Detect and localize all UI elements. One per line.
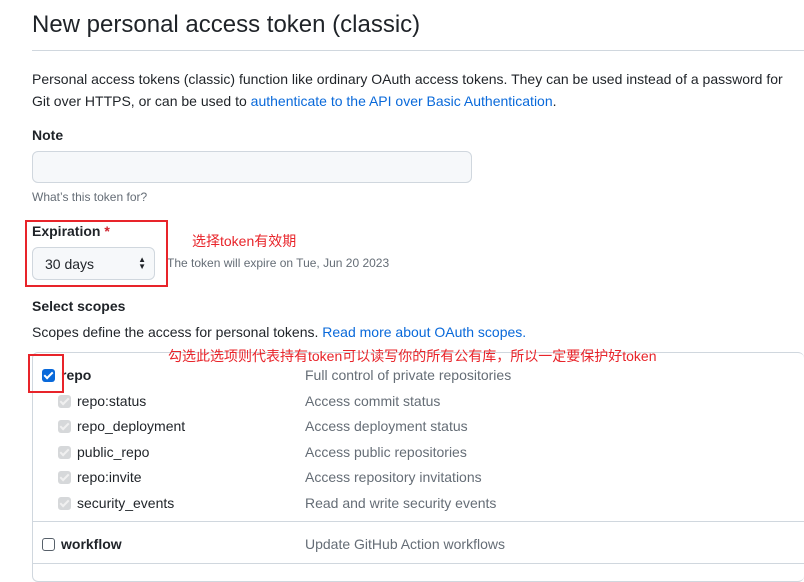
page-title: New personal access token (classic): [32, 11, 421, 38]
scope-row-repo-deployment[interactable]: repo_deployment Access deployment status: [33, 415, 804, 437]
scope-row-workflow[interactable]: workflow Update GitHub Action workflows: [33, 533, 804, 555]
checkbox-checked-disabled: [58, 419, 71, 433]
basic-auth-link[interactable]: authenticate to the API over Basic Authe…: [251, 93, 553, 109]
divider: [33, 521, 804, 522]
oauth-scopes-link[interactable]: Read more about OAuth scopes.: [322, 324, 526, 340]
scopes-list: repo Full control of private repositories…: [32, 352, 804, 582]
annotation-box-repo: [28, 354, 64, 393]
scope-row-public-repo[interactable]: public_repo Access public repositories: [33, 441, 804, 463]
checkbox-checked-disabled: [58, 445, 71, 459]
scope-row-repo-invite[interactable]: repo:invite Access repository invitations: [33, 466, 804, 488]
scope-row-security-events[interactable]: security_events Read and write security e…: [33, 492, 804, 514]
divider: [33, 563, 804, 564]
annotation-box-expiration: [25, 220, 168, 287]
note-label: Note: [32, 127, 64, 143]
note-hint: What’s this token for?: [32, 190, 148, 204]
expiration-hint: The token will expire on Tue, Jun 20 202…: [167, 256, 390, 270]
checkbox-checked-disabled: [58, 394, 71, 408]
checkbox-checked-disabled: [58, 470, 71, 484]
annotation-expiration: 选择token有效期: [192, 233, 297, 249]
scope-row-repo-status[interactable]: repo:status Access commit status: [33, 390, 804, 412]
checkbox-checked-disabled: [58, 496, 71, 510]
divider: [32, 50, 804, 51]
checkbox-unchecked[interactable]: [42, 537, 55, 551]
scopes-description: Scopes define the access for personal to…: [32, 324, 527, 340]
scopes-label: Select scopes: [32, 298, 126, 314]
note-input[interactable]: [32, 151, 472, 183]
scope-row-repo[interactable]: repo Full control of private repositories: [33, 364, 804, 386]
description: Personal access tokens (classic) functio…: [32, 71, 783, 109]
annotation-repo: 勾选此选项则代表持有token可以读写你的所有公有库，所以一定要保护好token: [168, 348, 657, 364]
